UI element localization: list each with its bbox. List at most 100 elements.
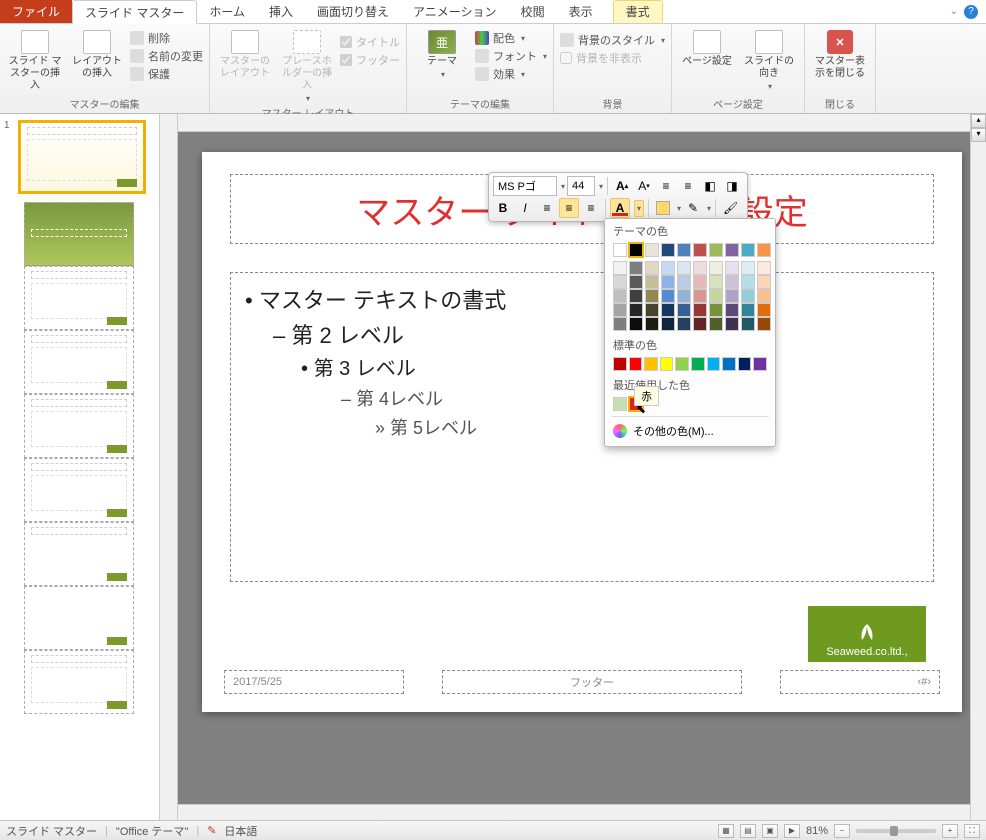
status-zoom[interactable]: 81%	[806, 825, 828, 837]
help-button[interactable]: ⌄?	[942, 0, 986, 23]
color-swatch[interactable]	[757, 243, 771, 257]
italic-button[interactable]: I	[515, 198, 535, 218]
format-painter-button[interactable]: 🖌	[720, 198, 741, 218]
view-tab[interactable]: 表示	[557, 0, 605, 23]
color-swatch[interactable]	[613, 397, 627, 411]
body-placeholder[interactable]: マスター テキストの書式 第 2 レベル 第 3 レベル 第 4レベル 第 5レ…	[230, 272, 934, 582]
color-swatch[interactable]	[707, 357, 721, 371]
color-swatch[interactable]	[693, 317, 707, 331]
color-swatch[interactable]	[645, 289, 659, 303]
fonts-button[interactable]: フォント▾	[475, 48, 547, 64]
color-swatch[interactable]	[741, 289, 755, 303]
color-swatch[interactable]	[741, 261, 755, 275]
layout-thumbnail[interactable]	[24, 586, 134, 650]
bold-button[interactable]: B	[493, 198, 513, 218]
color-swatch[interactable]	[661, 317, 675, 331]
color-swatch[interactable]	[613, 261, 627, 275]
color-swatch[interactable]	[677, 261, 691, 275]
layout-thumbnail[interactable]	[24, 522, 134, 586]
color-swatch[interactable]	[629, 261, 643, 275]
format-tab[interactable]: 書式	[613, 0, 663, 23]
slide-orientation-button[interactable]: スライドの向き▾	[740, 26, 798, 91]
color-swatch[interactable]	[725, 303, 739, 317]
color-swatch[interactable]	[725, 289, 739, 303]
bring-forward-button[interactable]: ◧	[700, 176, 720, 196]
color-swatch[interactable]	[722, 357, 736, 371]
normal-view-button[interactable]: ▦	[718, 824, 734, 838]
collapse-ribbon-icon[interactable]: ⌄	[950, 6, 958, 17]
color-swatch[interactable]	[661, 289, 675, 303]
color-swatch[interactable]	[693, 303, 707, 317]
send-backward-button[interactable]: ◨	[722, 176, 742, 196]
color-swatch[interactable]	[629, 289, 643, 303]
color-swatch[interactable]	[709, 275, 723, 289]
color-swatch[interactable]	[629, 243, 643, 257]
shrink-font-button[interactable]: A▾	[634, 176, 654, 196]
color-swatch[interactable]	[645, 261, 659, 275]
color-swatch[interactable]	[661, 261, 675, 275]
color-swatch[interactable]	[753, 357, 767, 371]
layout-thumbnail[interactable]	[24, 202, 134, 266]
align-center-button[interactable]: ≡	[559, 198, 579, 218]
color-picker-popup[interactable]: テーマの色 標準の色 最近使用した色 ⬉ その他の色(M)...	[604, 218, 776, 447]
file-tab[interactable]: ファイル	[0, 0, 72, 23]
slidenumber-placeholder[interactable]: ‹#›	[780, 670, 940, 694]
color-swatch[interactable]	[645, 275, 659, 289]
color-swatch[interactable]	[709, 317, 723, 331]
color-swatch[interactable]	[757, 261, 771, 275]
color-swatch[interactable]	[741, 275, 755, 289]
decrease-indent-button[interactable]: ≡	[656, 176, 676, 196]
grow-font-button[interactable]: A▴	[612, 176, 632, 196]
color-swatch[interactable]	[613, 317, 627, 331]
color-swatch[interactable]	[629, 275, 643, 289]
font-name-input[interactable]: MS Pゴ	[493, 176, 557, 196]
layout-thumbnail[interactable]	[24, 266, 134, 330]
review-tab[interactable]: 校閲	[509, 0, 557, 23]
color-swatch[interactable]	[693, 289, 707, 303]
outline-color-button[interactable]: ✎	[683, 198, 703, 218]
color-swatch[interactable]	[691, 357, 705, 371]
layout-thumbnail[interactable]	[24, 650, 134, 714]
master-thumbnail[interactable]	[18, 120, 146, 194]
mini-toolbar[interactable]: MS Pゴ▾ 44▾ A▴ A▾ ≡ ≡ ◧ ◨ B I ≡ ≡ ≡ A▾ ▾ …	[488, 172, 748, 222]
insert-slide-master-button[interactable]: スライド マスターの挿入	[6, 26, 64, 92]
color-swatch[interactable]	[629, 357, 643, 371]
color-swatch[interactable]	[645, 317, 659, 331]
horizontal-scrollbar[interactable]	[178, 804, 970, 820]
rename-button[interactable]: 名前の変更	[130, 48, 203, 64]
color-swatch[interactable]	[757, 275, 771, 289]
color-swatch[interactable]	[644, 357, 658, 371]
sorter-view-button[interactable]: ▤	[740, 824, 756, 838]
color-swatch[interactable]	[677, 275, 691, 289]
color-swatch[interactable]	[741, 243, 755, 257]
align-right-button[interactable]: ≡	[581, 198, 601, 218]
status-language[interactable]: 日本語	[224, 823, 257, 839]
animation-tab[interactable]: アニメーション	[401, 0, 509, 23]
font-color-button[interactable]: A	[610, 198, 630, 218]
layout-thumbnail[interactable]	[24, 394, 134, 458]
layout-thumbnail[interactable]	[24, 330, 134, 394]
color-swatch[interactable]	[629, 303, 643, 317]
color-swatch[interactable]	[741, 317, 755, 331]
reading-view-button[interactable]: ▣	[762, 824, 778, 838]
layout-thumbnail[interactable]	[24, 458, 134, 522]
footer-placeholder[interactable]: フッター	[442, 670, 742, 694]
background-style-button[interactable]: 背景のスタイル▾	[560, 32, 665, 48]
slideshow-view-button[interactable]: ▶	[784, 824, 800, 838]
color-swatch[interactable]	[693, 261, 707, 275]
insert-layout-button[interactable]: レイアウトの挿入	[68, 26, 126, 80]
color-swatch[interactable]	[709, 261, 723, 275]
more-colors-button[interactable]: その他の色(M)...	[605, 420, 775, 442]
home-tab[interactable]: ホーム	[197, 0, 257, 23]
color-swatch[interactable]	[645, 243, 659, 257]
color-swatch[interactable]	[725, 275, 739, 289]
color-swatch[interactable]	[677, 243, 691, 257]
preserve-button[interactable]: 保護	[130, 66, 203, 82]
color-swatch[interactable]	[613, 303, 627, 317]
colors-button[interactable]: 配色▾	[475, 30, 547, 46]
spellcheck-icon[interactable]: ✎	[207, 824, 216, 837]
close-master-button[interactable]: ✕マスター表示を閉じる	[811, 26, 869, 80]
color-swatch[interactable]	[613, 275, 627, 289]
color-swatch[interactable]	[675, 357, 689, 371]
color-swatch[interactable]	[613, 243, 627, 257]
